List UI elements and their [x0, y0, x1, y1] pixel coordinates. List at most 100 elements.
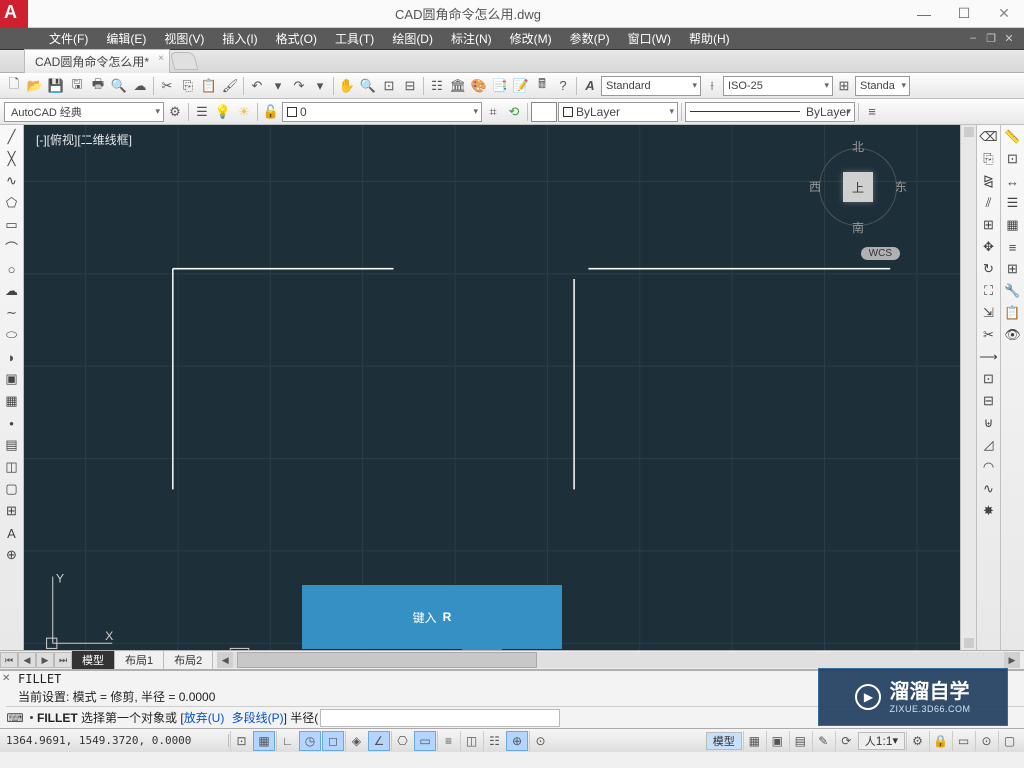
command-option-polyline[interactable]: 多段线(P)	[232, 711, 284, 725]
document-tab-close-icon[interactable]: ×	[158, 53, 164, 64]
polygon-icon[interactable]: ⬠	[2, 193, 22, 213]
chamfer-icon[interactable]: ◿	[979, 435, 999, 455]
grid-toggle-icon[interactable]: ▦	[253, 731, 275, 751]
scale-icon[interactable]: ⛶	[979, 281, 999, 301]
zoom-prev-icon[interactable]: ⊟	[400, 76, 420, 96]
text-style-combo[interactable]: Standard	[601, 76, 701, 96]
wcs-badge[interactable]: WCS	[861, 247, 900, 260]
menu-modify[interactable]: 修改(M)	[501, 30, 561, 47]
extend-icon[interactable]: ⟶	[979, 347, 999, 367]
snap-toggle-icon[interactable]: ⊡	[230, 731, 252, 751]
vertical-scrollbar[interactable]	[960, 125, 976, 650]
color-swatch[interactable]	[531, 102, 557, 122]
clipboard-icon[interactable]: 📋	[1003, 303, 1023, 323]
menu-draw[interactable]: 绘图(D)	[383, 30, 442, 47]
hscroll-left-icon[interactable]: ◀	[217, 652, 233, 668]
text-style-icon[interactable]: A	[580, 76, 600, 96]
join-icon[interactable]: ⊎	[979, 413, 999, 433]
workspace-settings-icon[interactable]: ⚙	[165, 102, 185, 122]
linetype-icon[interactable]: ≡	[862, 102, 882, 122]
viewcube[interactable]: 上 北 南 西 东	[811, 140, 905, 234]
workspace-combo[interactable]: AutoCAD 经典	[4, 102, 164, 122]
mtext-icon[interactable]: A	[2, 523, 22, 543]
copy-icon[interactable]: ⎘	[178, 76, 198, 96]
menu-window[interactable]: 窗口(W)	[619, 30, 680, 47]
open-file-icon[interactable]: 📂	[25, 76, 45, 96]
color-combo[interactable]: ByLayer	[558, 102, 678, 122]
layout-nav-last-icon[interactable]: ⏭	[54, 652, 72, 668]
group-icon[interactable]: ⊞	[1003, 259, 1023, 279]
break-icon[interactable]: ⊟	[979, 391, 999, 411]
block-icon[interactable]: ▦	[1003, 215, 1023, 235]
circle-icon[interactable]: ○	[2, 259, 22, 279]
sc-toggle-icon[interactable]: ⊕	[506, 731, 528, 751]
mdi-close-icon[interactable]: ✕	[1002, 32, 1016, 45]
match-icon[interactable]: 🖌	[220, 76, 240, 96]
print-preview-icon[interactable]: 🔍	[109, 76, 129, 96]
undo-dropdown-icon[interactable]: ▾	[268, 76, 288, 96]
command-close-icon[interactable]: ✕	[2, 673, 10, 684]
erase-icon[interactable]: ⌫	[979, 127, 999, 147]
layer-manager-icon[interactable]: ☰	[1003, 193, 1023, 213]
am-toggle-icon[interactable]: ⊙	[529, 731, 551, 751]
markup-icon[interactable]: 📝	[511, 76, 531, 96]
tab-layout2[interactable]: 布局2	[164, 651, 213, 669]
hatch-icon[interactable]: ▤	[2, 435, 22, 455]
ducs-toggle-icon[interactable]: ⎔	[391, 731, 413, 751]
properties-icon[interactable]: ☷	[427, 76, 447, 96]
status-anno-vis-icon[interactable]: ✎	[812, 731, 834, 751]
menu-insert[interactable]: 插入(I)	[213, 30, 266, 47]
layer-iso-icon[interactable]: ⌗	[483, 102, 503, 122]
menu-dim[interactable]: 标注(N)	[442, 30, 501, 47]
status-qlayout-icon[interactable]: ▤	[789, 731, 811, 751]
offset-icon[interactable]: ⫽	[979, 193, 999, 213]
rectangle-icon[interactable]: ▭	[2, 215, 22, 235]
help-icon[interactable]: ?	[553, 76, 573, 96]
util-icon[interactable]: 🔧	[1003, 281, 1023, 301]
minimize-button[interactable]: —	[904, 0, 944, 28]
tool-palettes-icon[interactable]: 🎨	[469, 76, 489, 96]
explode-icon[interactable]: ✸	[979, 501, 999, 521]
polyline-icon[interactable]: ∿	[2, 171, 22, 191]
qp-toggle-icon[interactable]: ☷	[483, 731, 505, 751]
spline-icon[interactable]: ∼	[2, 303, 22, 323]
tab-model[interactable]: 模型	[72, 651, 115, 669]
region-icon[interactable]: ▢	[2, 479, 22, 499]
move-icon[interactable]: ✥	[979, 237, 999, 257]
dyn-toggle-icon[interactable]: ▭	[414, 731, 436, 751]
save-icon[interactable]: 💾	[46, 76, 66, 96]
dim-style-icon[interactable]: ⟊	[702, 76, 722, 96]
layer-freeze-icon[interactable]: ☀	[234, 102, 254, 122]
layer-combo[interactable]: 0	[282, 102, 482, 122]
redo-icon[interactable]: ↷	[289, 76, 309, 96]
app-logo-icon[interactable]	[0, 0, 28, 28]
paste-icon[interactable]: 📋	[199, 76, 219, 96]
copy-tool-icon[interactable]: ⎘	[979, 149, 999, 169]
layer-states-icon[interactable]: 💡	[213, 102, 233, 122]
dim-style-combo[interactable]: ISO-25	[723, 76, 833, 96]
viewcube-face[interactable]: 上	[843, 172, 873, 202]
mirror-icon[interactable]: ⧎	[979, 171, 999, 191]
fillet-icon[interactable]: ◠	[979, 457, 999, 477]
lineweight-combo[interactable]: ByLayer	[685, 102, 855, 122]
osnap-toggle-icon[interactable]: ◻	[322, 731, 344, 751]
trim-icon[interactable]: ✂	[979, 325, 999, 345]
break-point-icon[interactable]: ⊡	[979, 369, 999, 389]
viewcube-east[interactable]: 东	[895, 178, 907, 195]
array-icon[interactable]: ⊞	[979, 215, 999, 235]
layer-prev-icon[interactable]: ⟲	[504, 102, 524, 122]
horizontal-scrollbar[interactable]: ◀ ▶	[217, 652, 1020, 668]
zoom-window-icon[interactable]: ⊡	[379, 76, 399, 96]
calc-icon[interactable]: 🖩	[532, 76, 552, 96]
menu-tools[interactable]: 工具(T)	[326, 30, 383, 47]
status-cleanscreen-icon[interactable]: ▢	[998, 731, 1020, 751]
command-input[interactable]	[320, 709, 560, 727]
status-iso-icon[interactable]: ⊙	[975, 731, 997, 751]
stretch-icon[interactable]: ⇲	[979, 303, 999, 323]
arc-icon[interactable]: ⌒	[2, 237, 22, 257]
view-icon[interactable]: 👁	[1003, 325, 1023, 345]
viewcube-west[interactable]: 西	[809, 178, 821, 195]
hscroll-thumb[interactable]	[237, 652, 537, 668]
status-annotation-scale[interactable]: 人 1:1 ▾	[858, 732, 905, 750]
status-grid2-icon[interactable]: ▦	[743, 731, 765, 751]
